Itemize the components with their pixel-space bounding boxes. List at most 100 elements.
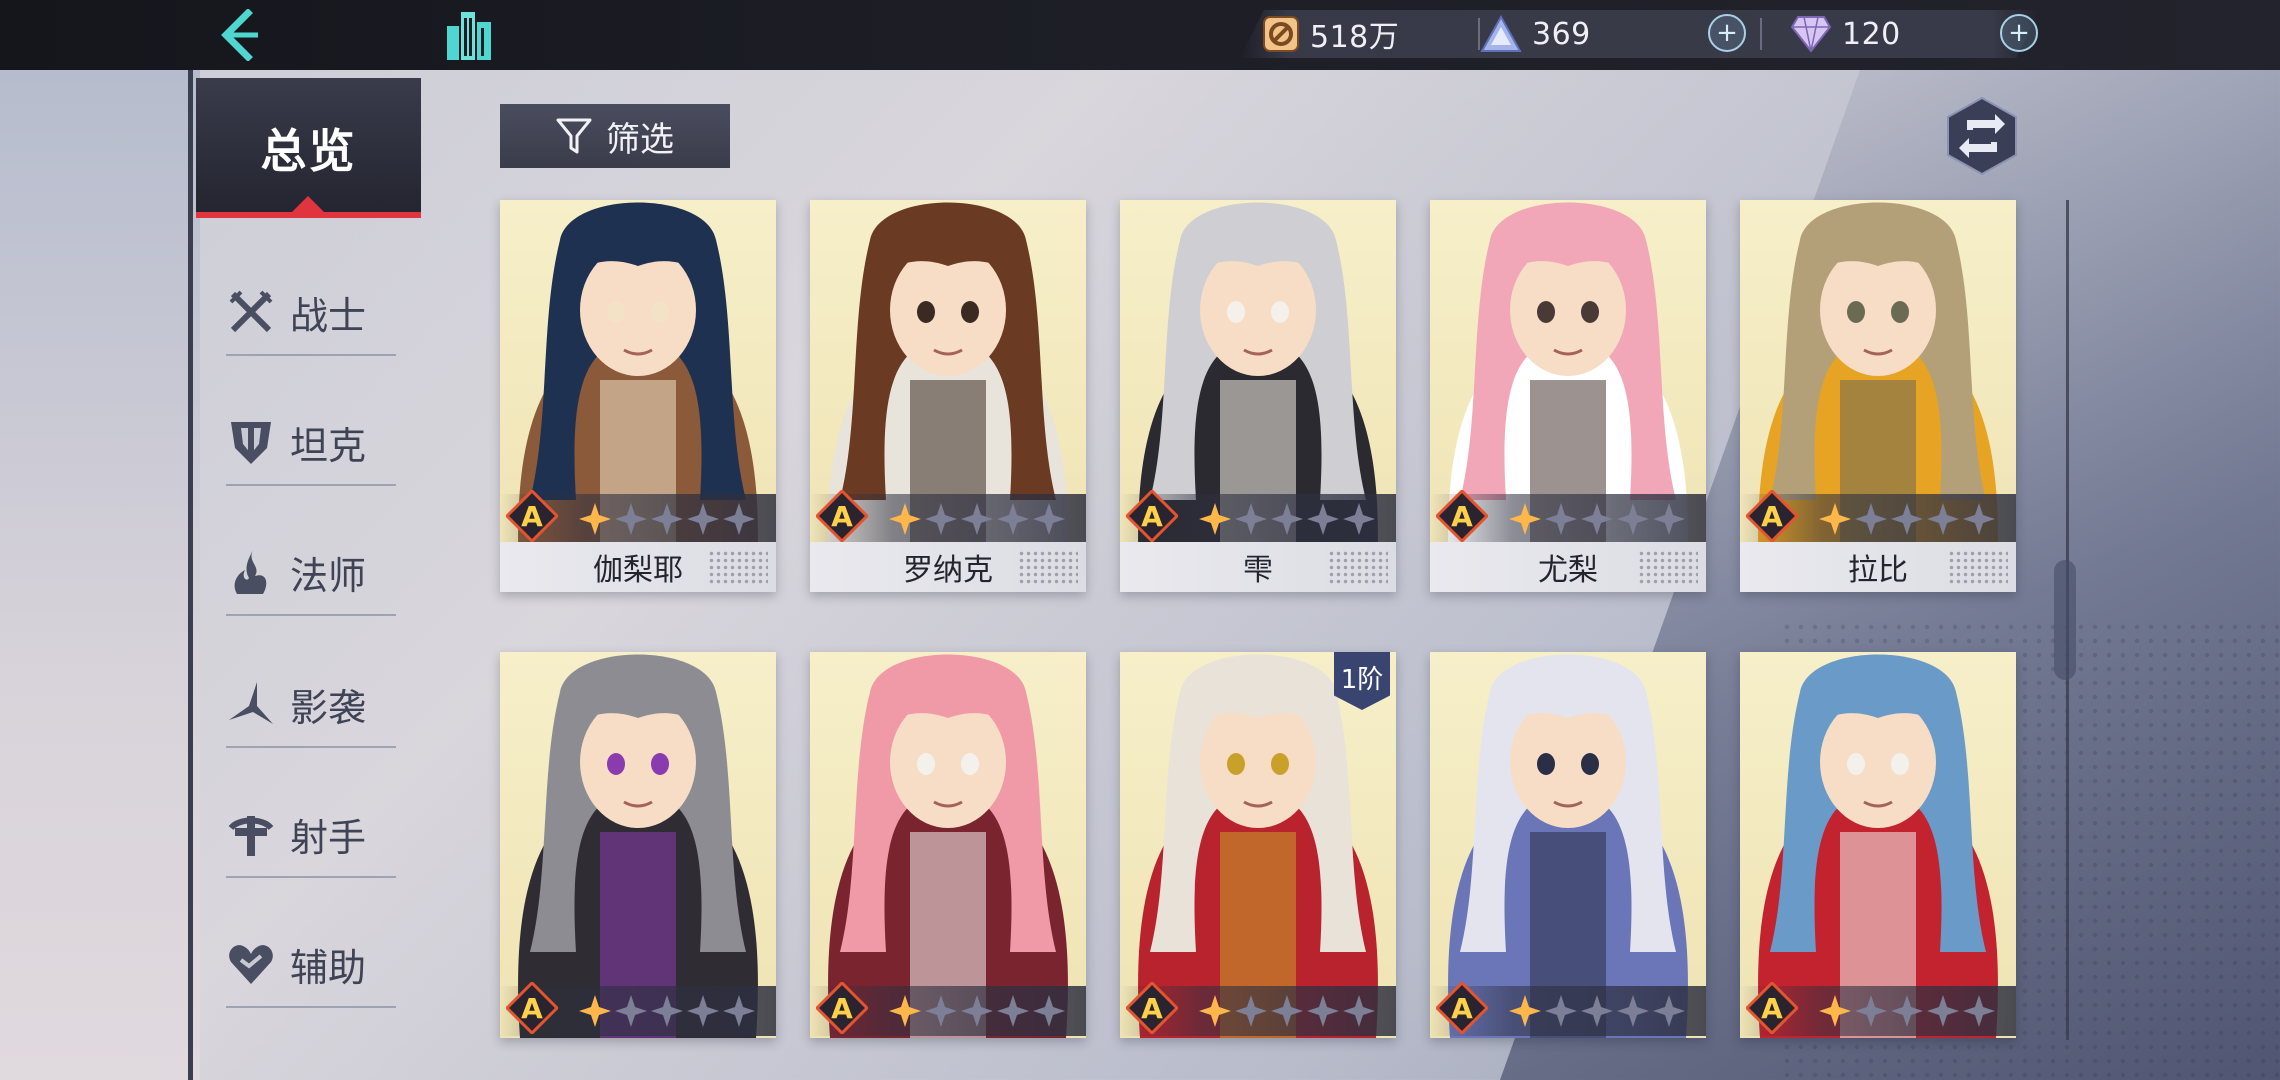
star-filled-icon (888, 994, 922, 1032)
rank-badge: A (1124, 488, 1180, 544)
star-filled-icon (888, 502, 922, 540)
character-card[interactable]: A 罗纳克 (810, 200, 1086, 592)
star-empty-icon (1544, 994, 1578, 1032)
star-empty-icon (1234, 502, 1268, 540)
class-tab-support[interactable]: 辅助 (226, 920, 396, 1008)
star-rating (1508, 502, 1686, 540)
class-tab-support-label: 辅助 (290, 945, 367, 990)
character-card[interactable]: A (1740, 652, 2016, 1038)
star-empty-icon (614, 502, 648, 540)
filter-button[interactable]: 筛选 (500, 104, 730, 168)
star-filled-icon (578, 502, 612, 540)
star-filled-icon (1508, 994, 1542, 1032)
character-card[interactable]: A 尤梨 (1430, 200, 1706, 592)
character-card[interactable]: A 拉比 (1740, 200, 2016, 592)
class-tab-mage-label: 法师 (290, 553, 367, 598)
star-empty-icon (1580, 994, 1614, 1032)
rank-letter: A (831, 992, 853, 1025)
star-empty-icon (722, 502, 756, 540)
rank-badge: A (1434, 488, 1490, 544)
character-name: 拉比 (1740, 542, 2016, 592)
character-portrait (1430, 652, 1706, 1038)
star-empty-icon (1616, 502, 1650, 540)
heart-icon (226, 939, 276, 989)
character-card[interactable]: A 1阶 (1120, 652, 1396, 1038)
star-empty-icon (650, 502, 684, 540)
tab-active-indicator (290, 196, 326, 214)
star-rating (888, 502, 1066, 540)
class-tab-warrior-label: 战士 (290, 293, 367, 338)
funnel-icon (556, 118, 592, 154)
home-button[interactable] (440, 5, 500, 65)
star-rating (578, 994, 756, 1032)
rank-letter: A (1761, 992, 1783, 1025)
star-rating (1198, 502, 1376, 540)
star-filled-icon (1818, 502, 1852, 540)
star-empty-icon (1234, 994, 1268, 1032)
character-card[interactable]: A (810, 652, 1086, 1038)
class-tab-tank[interactable]: 坦克 (226, 398, 396, 486)
star-filled-icon (1818, 994, 1852, 1032)
character-card[interactable]: A 伽梨耶 (500, 200, 776, 592)
sort-button[interactable] (1942, 96, 2022, 176)
character-portrait (500, 652, 776, 1038)
star-empty-icon (1652, 502, 1686, 540)
class-tab-mage[interactable]: 法师 (226, 528, 396, 616)
shield-icon (226, 417, 276, 467)
star-empty-icon (1890, 994, 1924, 1032)
star-empty-icon (960, 994, 994, 1032)
back-button[interactable] (210, 5, 270, 65)
character-portrait (810, 652, 1086, 1038)
scroll-thumb[interactable] (2054, 560, 2076, 680)
star-empty-icon (1962, 994, 1996, 1032)
star-rating (1508, 994, 1686, 1032)
star-rating (1818, 994, 1996, 1032)
back-arrow-icon (221, 9, 258, 61)
star-empty-icon (924, 994, 958, 1032)
star-empty-icon (1926, 994, 1960, 1032)
star-empty-icon (960, 502, 994, 540)
star-empty-icon (1580, 502, 1614, 540)
add-diamond-button[interactable]: + (2000, 14, 2038, 52)
rank-badge: A (814, 488, 870, 544)
character-name: 尤梨 (1430, 542, 1706, 592)
mage-icon (226, 547, 276, 597)
rank-badge: A (814, 980, 870, 1036)
star-empty-icon (1854, 994, 1888, 1032)
star-rating (888, 994, 1066, 1032)
star-empty-icon (1342, 994, 1376, 1032)
character-card[interactable]: A雫 (1120, 200, 1396, 592)
rank-letter: A (1141, 500, 1163, 533)
crossbow-icon (226, 809, 276, 859)
character-name: 雫 (1120, 542, 1396, 592)
character-card[interactable]: A (1430, 652, 1706, 1038)
star-empty-icon (1270, 994, 1304, 1032)
star-rating (1818, 502, 1996, 540)
character-card[interactable]: A (500, 652, 776, 1038)
shadow-blade-icon (226, 679, 276, 729)
city-icon (447, 12, 491, 60)
character-portrait (1120, 652, 1396, 1038)
class-tab-marksman[interactable]: 射手 (226, 790, 396, 878)
class-tab-tank-label: 坦克 (290, 423, 367, 468)
crossed-swords-icon (226, 287, 276, 337)
gold-resource: 518万 (1262, 12, 1399, 56)
add-energy-button[interactable]: + (1708, 14, 1746, 52)
class-tab-assassin[interactable]: 影袭 (226, 660, 396, 748)
star-empty-icon (1544, 502, 1578, 540)
star-empty-icon (1890, 502, 1924, 540)
class-tab-marksman-label: 射手 (290, 815, 367, 860)
star-empty-icon (1962, 502, 1996, 540)
class-tab-warrior[interactable]: 战士 (226, 268, 396, 356)
star-empty-icon (1032, 994, 1066, 1032)
star-filled-icon (1198, 502, 1232, 540)
star-empty-icon (722, 994, 756, 1032)
star-empty-icon (1342, 502, 1376, 540)
star-empty-icon (686, 994, 720, 1032)
rank-badge: A (1124, 980, 1180, 1036)
background-panel-left (0, 70, 200, 1080)
tab-overview-label: 总览 (260, 124, 357, 178)
gold-coin-icon (1263, 16, 1299, 52)
star-empty-icon (1306, 994, 1340, 1032)
rank-letter: A (1451, 992, 1473, 1025)
